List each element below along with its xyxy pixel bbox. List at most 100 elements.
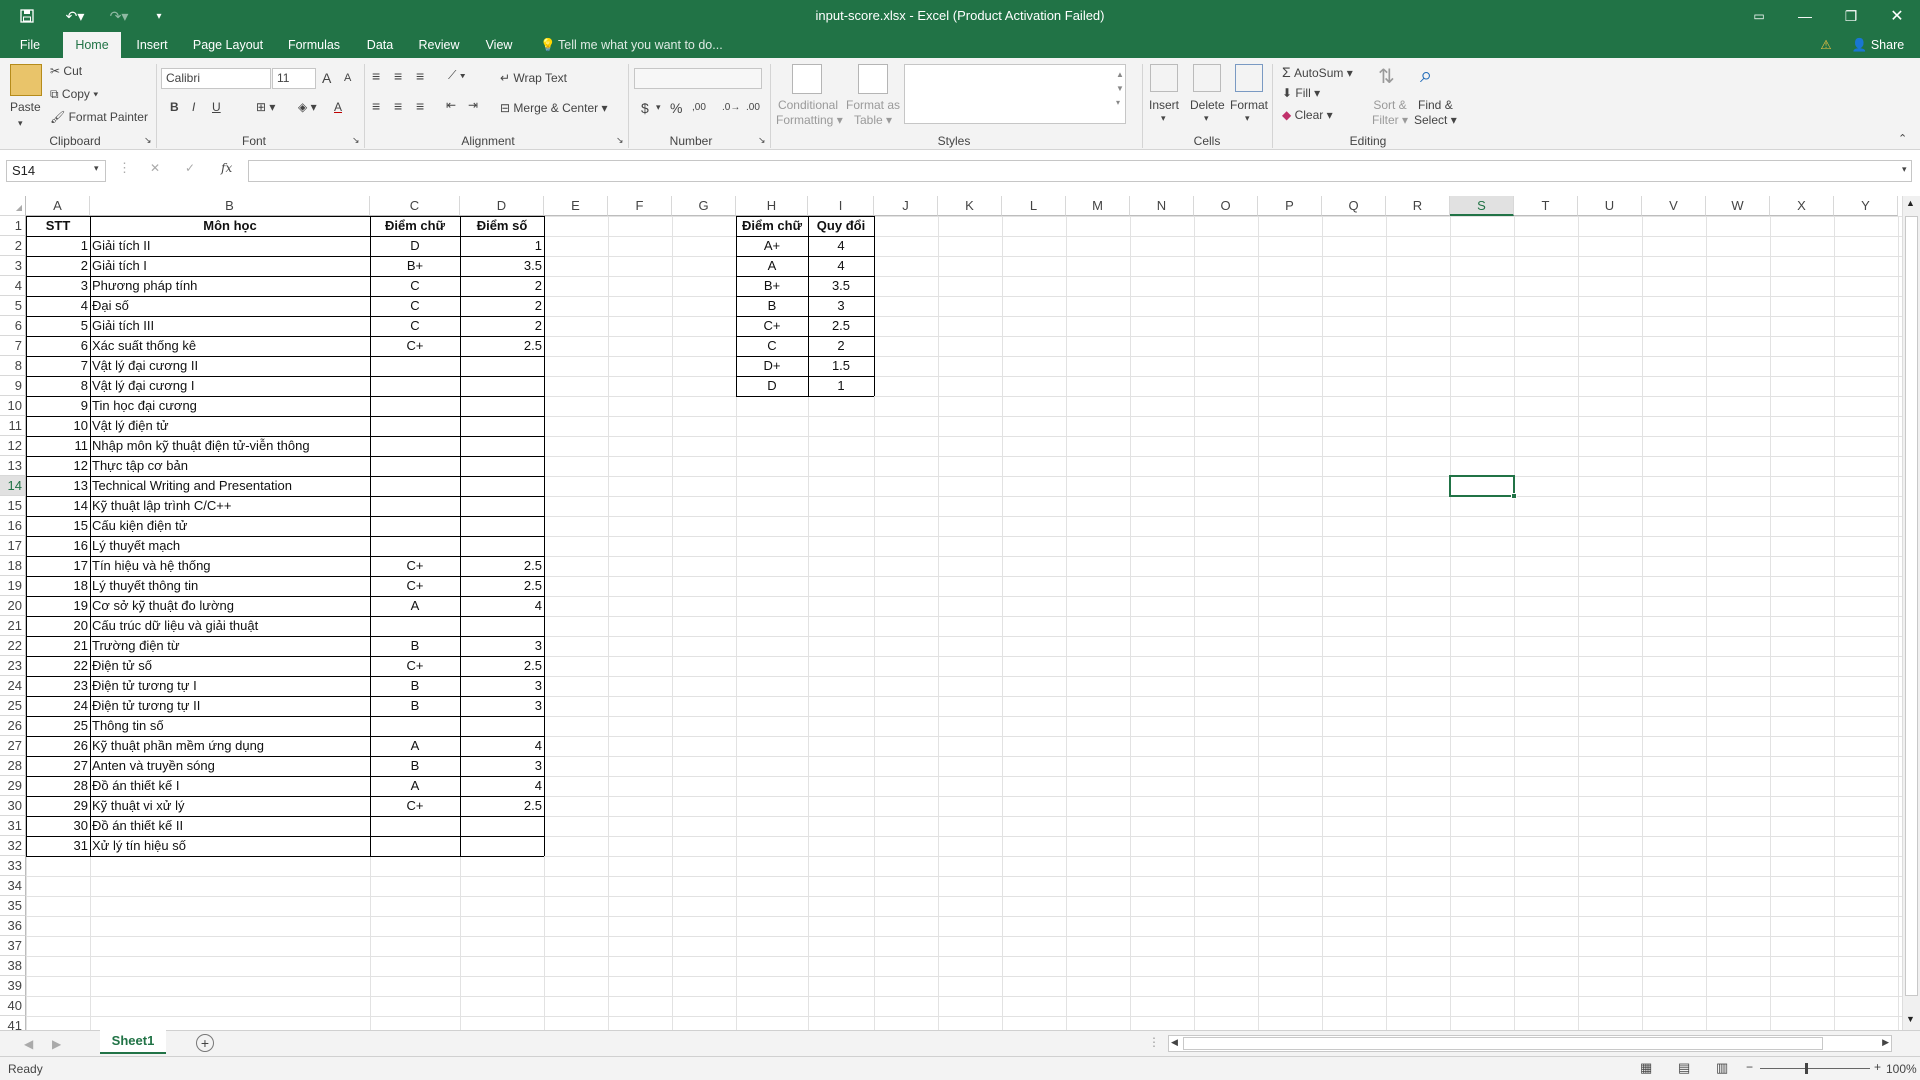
stt-cell[interactable]: 28 [26, 776, 90, 796]
subject-cell[interactable]: Tín hiệu và hệ thống [90, 556, 370, 576]
row-header-6[interactable]: 6 [0, 316, 26, 336]
score-cell[interactable] [460, 816, 544, 836]
row-header-32[interactable]: 32 [0, 836, 26, 856]
row-header-35[interactable]: 35 [0, 896, 26, 916]
column-header-r[interactable]: R [1386, 196, 1450, 216]
find-icon[interactable]: ⌕ [1420, 62, 1432, 88]
score-cell[interactable] [460, 716, 544, 736]
column-header-c[interactable]: C [370, 196, 460, 216]
decrease-decimal-icon[interactable]: .00 [746, 102, 760, 113]
subject-cell[interactable]: Kỹ thuật lập trình C/C++ [90, 496, 370, 516]
subject-cell[interactable]: Giải tích III [90, 316, 370, 336]
score-cell[interactable]: 1 [460, 236, 544, 256]
score-cell[interactable]: 3 [460, 756, 544, 776]
font-size-select[interactable]: 11 [272, 68, 316, 89]
zoom-level[interactable]: 100% [1886, 1062, 1917, 1076]
zoom-slider-thumb[interactable] [1805, 1063, 1808, 1074]
lookup-grade-cell[interactable]: D [736, 376, 808, 396]
comma-style-icon[interactable]: ,00 [692, 102, 706, 113]
stt-cell[interactable]: 20 [26, 616, 90, 636]
insert-dropdown-icon[interactable]: ▾ [1161, 113, 1166, 124]
cancel-icon[interactable]: ✕ [150, 161, 160, 175]
format-dropdown-icon[interactable]: ▾ [1245, 113, 1250, 124]
stt-cell[interactable]: 10 [26, 416, 90, 436]
header-cell-stt[interactable]: STT [26, 216, 90, 236]
column-header-f[interactable]: F [608, 196, 672, 216]
ribbon-display-options-icon[interactable]: ▭ [1736, 0, 1782, 32]
page-layout-view-icon[interactable]: ▤ [1678, 1060, 1690, 1076]
letter-grade-cell[interactable] [370, 716, 460, 736]
column-header-g[interactable]: G [672, 196, 736, 216]
formula-input[interactable] [248, 160, 1912, 182]
row-header-29[interactable]: 29 [0, 776, 26, 796]
tab-formulas[interactable]: Formulas [282, 32, 346, 58]
letter-grade-cell[interactable] [370, 516, 460, 536]
zoom-in-icon[interactable]: + [1874, 1060, 1881, 1074]
subject-cell[interactable]: Tin học đại cương [90, 396, 370, 416]
stt-cell[interactable]: 14 [26, 496, 90, 516]
subject-cell[interactable]: Vật lý điện tử [90, 416, 370, 436]
prev-sheet-icon[interactable]: ◀ [24, 1037, 33, 1051]
letter-grade-cell[interactable] [370, 616, 460, 636]
subject-cell[interactable]: Technical Writing and Presentation [90, 476, 370, 496]
column-header-a[interactable]: A [26, 196, 90, 216]
column-header-l[interactable]: L [1002, 196, 1066, 216]
subject-cell[interactable]: Đồ án thiết kế II [90, 816, 370, 836]
font-launcher-icon[interactable]: ↘ [352, 135, 360, 146]
score-cell[interactable]: 2.5 [460, 336, 544, 356]
score-cell[interactable]: 2.5 [460, 796, 544, 816]
row-header-17[interactable]: 17 [0, 536, 26, 556]
subject-cell[interactable]: Giải tích II [90, 236, 370, 256]
paste-dropdown-icon[interactable]: ▾ [18, 118, 23, 129]
letter-grade-cell[interactable] [370, 396, 460, 416]
stt-cell[interactable]: 3 [26, 276, 90, 296]
lookup-value-cell[interactable]: 2.5 [808, 316, 874, 336]
letter-grade-cell[interactable]: B [370, 676, 460, 696]
enter-icon[interactable]: ✓ [185, 161, 195, 175]
column-header-j[interactable]: J [874, 196, 938, 216]
letter-grade-cell[interactable] [370, 836, 460, 856]
tab-data[interactable]: Data [360, 32, 400, 58]
select-all-corner[interactable]: ◢ [0, 196, 26, 216]
column-header-o[interactable]: O [1194, 196, 1258, 216]
gallery-scroll-icon[interactable]: ▲ ▼ ▾ [1116, 68, 1124, 110]
insert-cells-icon[interactable] [1150, 64, 1178, 92]
lookup-grade-cell[interactable]: B+ [736, 276, 808, 296]
merge-center-button[interactable]: ⊟ Merge & Center ▾ [500, 101, 607, 115]
active-cell-s14[interactable] [1449, 475, 1515, 497]
scroll-right-icon[interactable]: ▶ [1882, 1037, 1889, 1048]
row-header-33[interactable]: 33 [0, 856, 26, 876]
letter-grade-cell[interactable]: C [370, 316, 460, 336]
close-button[interactable]: ✕ [1874, 0, 1920, 32]
subject-cell[interactable]: Điện tử tương tự I [90, 676, 370, 696]
lookup-grade-cell[interactable]: C [736, 336, 808, 356]
scroll-down-icon[interactable]: ▼ [1906, 1014, 1915, 1024]
score-cell[interactable] [460, 416, 544, 436]
warning-icon[interactable]: ⚠ [1816, 32, 1836, 58]
column-header-p[interactable]: P [1258, 196, 1322, 216]
column-header-s[interactable]: S [1450, 196, 1514, 216]
subject-cell[interactable]: Anten và truyền sóng [90, 756, 370, 776]
vertical-scrollbar[interactable]: ▲ ▼ [1902, 196, 1920, 1030]
zoom-out-icon[interactable]: − [1746, 1060, 1753, 1074]
row-header-13[interactable]: 13 [0, 456, 26, 476]
stt-cell[interactable]: 31 [26, 836, 90, 856]
cut-button[interactable]: ✂ Cut [50, 64, 82, 78]
lookup-header-diem-chu[interactable]: Điểm chữ [736, 216, 808, 236]
subject-cell[interactable]: Vật lý đại cương I [90, 376, 370, 396]
column-header-w[interactable]: W [1706, 196, 1770, 216]
stt-cell[interactable]: 1 [26, 236, 90, 256]
score-cell[interactable] [460, 456, 544, 476]
stt-cell[interactable]: 26 [26, 736, 90, 756]
save-icon[interactable] [14, 0, 40, 32]
horizontal-scrollbar[interactable]: ◀ ▶ [1168, 1035, 1892, 1052]
lookup-grade-cell[interactable]: D+ [736, 356, 808, 376]
score-cell[interactable]: 3 [460, 636, 544, 656]
lookup-value-cell[interactable]: 3.5 [808, 276, 874, 296]
row-header-25[interactable]: 25 [0, 696, 26, 716]
lookup-value-cell[interactable]: 1 [808, 376, 874, 396]
score-cell[interactable] [460, 396, 544, 416]
subject-cell[interactable]: Kỹ thuật vi xử lý [90, 796, 370, 816]
subject-cell[interactable]: Điện tử số [90, 656, 370, 676]
orientation-icon[interactable]: ⟋ ▾ [448, 68, 466, 83]
